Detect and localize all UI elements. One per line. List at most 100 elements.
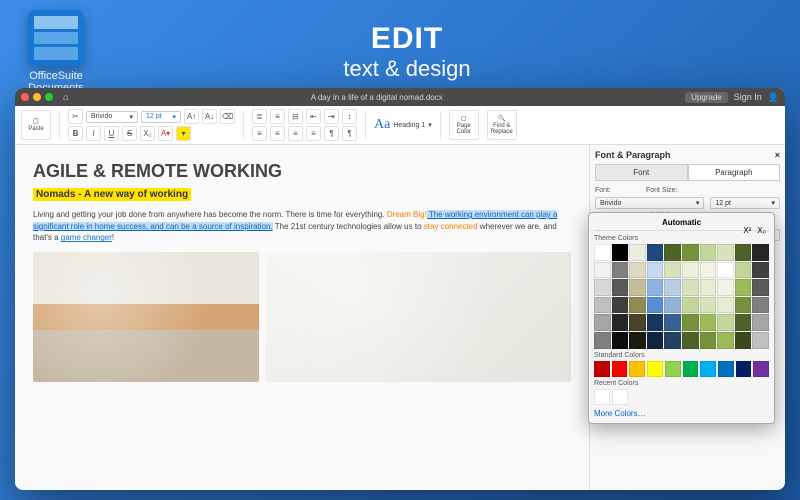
swatch[interactable] (612, 297, 629, 314)
swatch[interactable] (594, 244, 611, 261)
swatch[interactable] (612, 262, 629, 279)
swatch[interactable] (594, 262, 611, 279)
swatch[interactable] (629, 297, 646, 314)
align-right-icon[interactable]: ≡ (288, 126, 303, 141)
swatch[interactable] (735, 244, 752, 261)
swatch[interactable] (717, 332, 734, 349)
ltr-icon[interactable]: ¶ (324, 126, 339, 141)
swatch[interactable] (612, 244, 629, 261)
swatch[interactable] (629, 262, 646, 279)
swatch[interactable] (682, 244, 699, 261)
more-colors-link[interactable]: More Colors… (594, 409, 769, 418)
paste-button[interactable]: 📋Paste (21, 110, 51, 140)
strike-button[interactable]: S (122, 126, 137, 141)
swatch[interactable] (647, 361, 663, 377)
minimize-icon[interactable] (33, 93, 41, 101)
zoom-icon[interactable] (45, 93, 53, 101)
document-canvas[interactable]: AGILE & REMOTE WORKING Nomads - A new wa… (15, 145, 589, 490)
swatch[interactable] (682, 332, 699, 349)
swatch[interactable] (629, 332, 646, 349)
superscript-button[interactable]: X² (743, 226, 751, 235)
swatch[interactable] (682, 314, 699, 331)
font-grow-icon[interactable]: A↑ (184, 109, 199, 124)
subscript-button[interactable]: X₂ (140, 126, 155, 141)
swatch[interactable] (594, 389, 610, 405)
swatch[interactable] (647, 279, 664, 296)
style-group[interactable]: Aa Heading 1 ▾ (374, 117, 432, 133)
swatch[interactable] (735, 314, 752, 331)
fontsize-select[interactable]: 12 pt▾ (141, 111, 181, 123)
swatch[interactable] (682, 262, 699, 279)
upgrade-button[interactable]: Upgrade (685, 92, 728, 103)
recent-swatches[interactable] (594, 389, 769, 405)
swatch[interactable] (647, 314, 664, 331)
swatch[interactable] (735, 332, 752, 349)
swatch[interactable] (682, 279, 699, 296)
swatch[interactable] (717, 314, 734, 331)
image-workspace[interactable] (33, 252, 259, 382)
swatch[interactable] (700, 332, 717, 349)
swatch[interactable] (718, 361, 734, 377)
swatch[interactable] (594, 279, 611, 296)
theme-swatches[interactable] (594, 244, 769, 349)
indent-icon[interactable]: ⇥ (324, 109, 339, 124)
swatch[interactable] (612, 361, 628, 377)
swatch[interactable] (664, 314, 681, 331)
swatch[interactable] (612, 279, 629, 296)
swatch[interactable] (752, 279, 769, 296)
subscript-button[interactable]: X₀ (757, 226, 766, 235)
find-button[interactable]: 🔍Find & Replace (487, 110, 517, 140)
bullets-icon[interactable]: ≣ (252, 109, 267, 124)
swatch[interactable] (735, 297, 752, 314)
sidebar-size-select[interactable]: 12 pt▾ (710, 197, 780, 209)
sidebar-font-select[interactable]: Brivido▾ (595, 197, 704, 209)
swatch[interactable] (629, 244, 646, 261)
swatch[interactable] (647, 332, 664, 349)
swatch[interactable] (753, 361, 769, 377)
align-center-icon[interactable]: ≡ (270, 126, 285, 141)
font-select[interactable]: Brivido▾ (86, 111, 138, 123)
swatch[interactable] (647, 244, 664, 261)
cut-icon[interactable]: ✂ (68, 109, 83, 124)
swatch[interactable] (717, 244, 734, 261)
swatch[interactable] (735, 279, 752, 296)
swatch[interactable] (664, 244, 681, 261)
swatch[interactable] (629, 361, 645, 377)
swatch[interactable] (736, 361, 752, 377)
clear-format-icon[interactable]: ⌫ (220, 109, 235, 124)
swatch[interactable] (594, 361, 610, 377)
outdent-icon[interactable]: ⇤ (306, 109, 321, 124)
fontcolor-button[interactable]: A▾ (158, 126, 173, 141)
font-shrink-icon[interactable]: A↓ (202, 109, 217, 124)
multilevel-icon[interactable]: ⊟ (288, 109, 303, 124)
pagecolor-button[interactable]: ▢Page Color (449, 110, 479, 140)
swatch[interactable] (717, 297, 734, 314)
linespacing-icon[interactable]: ↕ (342, 109, 357, 124)
italic-button[interactable]: I (86, 126, 101, 141)
swatch[interactable] (700, 279, 717, 296)
tab-font[interactable]: Font (595, 164, 688, 181)
swatch[interactable] (664, 332, 681, 349)
signin-link[interactable]: Sign In (734, 92, 762, 102)
swatch[interactable] (664, 262, 681, 279)
swatch[interactable] (629, 314, 646, 331)
justify-icon[interactable]: ≡ (306, 126, 321, 141)
swatch[interactable] (665, 361, 681, 377)
swatch[interactable] (683, 361, 699, 377)
swatch[interactable] (647, 262, 664, 279)
swatch[interactable] (612, 314, 629, 331)
swatch[interactable] (612, 389, 628, 405)
swatch[interactable] (700, 244, 717, 261)
swatch[interactable] (664, 279, 681, 296)
swatch[interactable] (594, 332, 611, 349)
rtl-icon[interactable]: ¶ (342, 126, 357, 141)
swatch[interactable] (682, 297, 699, 314)
image-flatlay[interactable] (265, 252, 571, 382)
traffic-lights[interactable] (21, 93, 53, 101)
highlight-button[interactable]: ▾ (176, 126, 191, 141)
swatch[interactable] (752, 262, 769, 279)
close-icon[interactable] (21, 93, 29, 101)
user-icon[interactable]: 👤 (768, 92, 779, 103)
swatch[interactable] (700, 314, 717, 331)
align-left-icon[interactable]: ≡ (252, 126, 267, 141)
